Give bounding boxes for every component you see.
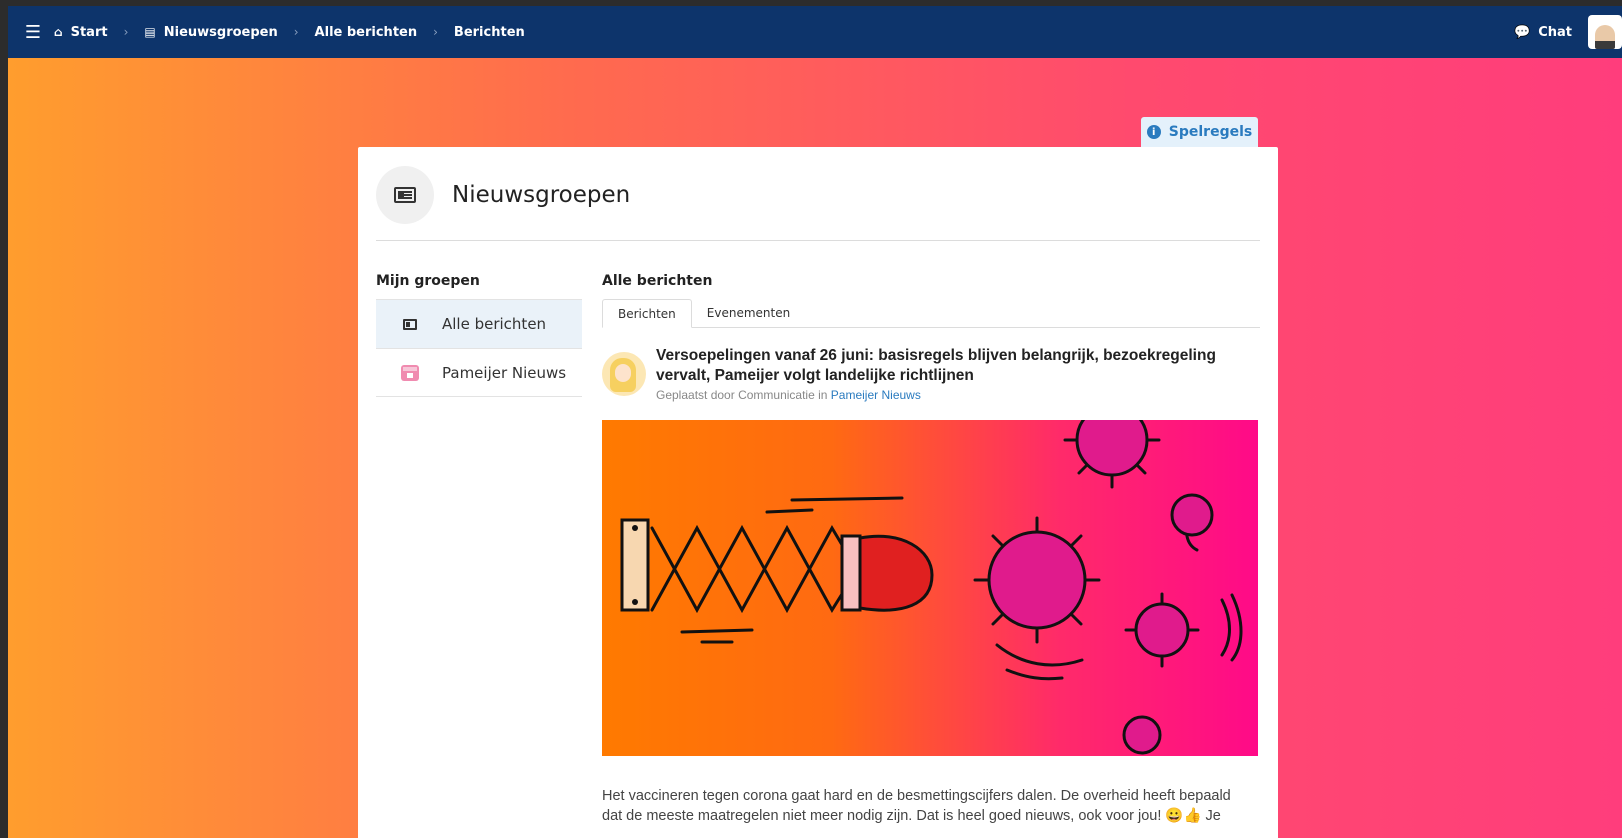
sidebar-item-label: Pameijer Nieuws bbox=[442, 363, 567, 382]
page-title: Nieuwsgroepen bbox=[452, 181, 631, 208]
home-icon: ⌂ bbox=[54, 25, 63, 39]
calendar-icon bbox=[400, 364, 420, 381]
breadcrumb-alle-berichten[interactable]: Alle berichten bbox=[315, 25, 418, 40]
post-group-link[interactable]: Pameijer Nieuws bbox=[831, 388, 921, 402]
page-header: Nieuwsgroepen bbox=[376, 165, 1260, 241]
post-image[interactable] bbox=[602, 420, 1258, 756]
sidebar-item-pameijer-nieuws[interactable]: Pameijer Nieuws bbox=[376, 348, 582, 397]
spelregels-tab[interactable]: i Spelregels bbox=[1141, 117, 1258, 147]
boxing-glove-virus-illustration bbox=[620, 420, 1243, 755]
tab-berichten[interactable]: Berichten bbox=[602, 299, 692, 328]
sidebar-item-label: Alle berichten bbox=[442, 315, 547, 333]
breadcrumb-nieuwsgroepen-label: Nieuwsgroepen bbox=[163, 24, 278, 40]
info-icon: i bbox=[1146, 125, 1161, 139]
breadcrumb-start-label: Start bbox=[70, 24, 108, 40]
hamburger-menu-icon[interactable]: ☰ bbox=[8, 22, 48, 43]
spelregels-label: Spelregels bbox=[1168, 124, 1253, 140]
chat-button[interactable]: 💬 Chat bbox=[1514, 25, 1572, 40]
breadcrumb-nieuwsgroepen[interactable]: ▤ Nieuwsgroepen bbox=[144, 25, 277, 40]
main-card: Nieuwsgroepen Mijn groepen Alle berichte… bbox=[358, 147, 1278, 838]
content-title: Alle berichten bbox=[602, 273, 713, 289]
breadcrumb-alle-berichten-label: Alle berichten bbox=[314, 24, 418, 40]
sidebar: Mijn groepen Alle berichten Pameijer Nie… bbox=[376, 273, 582, 397]
post-author[interactable]: Communicatie bbox=[738, 388, 815, 402]
post-title[interactable]: Versoepelingen vanaf 26 juni: basisregel… bbox=[656, 346, 1260, 386]
breadcrumb-berichten-label: Berichten bbox=[453, 24, 525, 40]
author-avatar[interactable] bbox=[602, 352, 646, 396]
post-meta: Geplaatst door Communicatie in Pameijer … bbox=[656, 388, 1260, 402]
tab-bar: Berichten Evenementen bbox=[602, 299, 1260, 328]
newspaper-icon bbox=[376, 165, 434, 224]
post-body: Het vaccineren tegen corona gaat hard en… bbox=[602, 788, 1231, 824]
breadcrumb-berichten: Berichten bbox=[454, 25, 525, 40]
breadcrumb-start[interactable]: ⌂ Start bbox=[54, 25, 108, 40]
newspaper-icon: ▤ bbox=[144, 25, 156, 39]
chevron-right-icon: › bbox=[433, 25, 438, 39]
post-meta-prefix: Geplaatst door bbox=[656, 388, 735, 402]
tab-evenementen[interactable]: Evenementen bbox=[692, 299, 805, 327]
top-navigation-bar: ☰ ⌂ Start › ▤ Nieuwsgroepen › Alle beric… bbox=[8, 6, 1622, 58]
sidebar-item-alle-berichten[interactable]: Alle berichten bbox=[376, 299, 582, 348]
chat-bubbles-icon: 💬 bbox=[1514, 24, 1531, 40]
sidebar-title: Mijn groepen bbox=[376, 273, 480, 289]
content-area: Alle berichten Berichten Evenementen Ver… bbox=[602, 273, 1260, 826]
chevron-right-icon: › bbox=[123, 25, 129, 39]
post-header: Versoepelingen vanaf 26 juni: basisregel… bbox=[602, 346, 1260, 402]
post-meta-in: in bbox=[818, 388, 828, 402]
chat-label: Chat bbox=[1538, 24, 1572, 40]
chevron-right-icon: › bbox=[293, 25, 299, 39]
newspaper-icon bbox=[400, 318, 420, 330]
user-avatar[interactable] bbox=[1588, 15, 1622, 49]
